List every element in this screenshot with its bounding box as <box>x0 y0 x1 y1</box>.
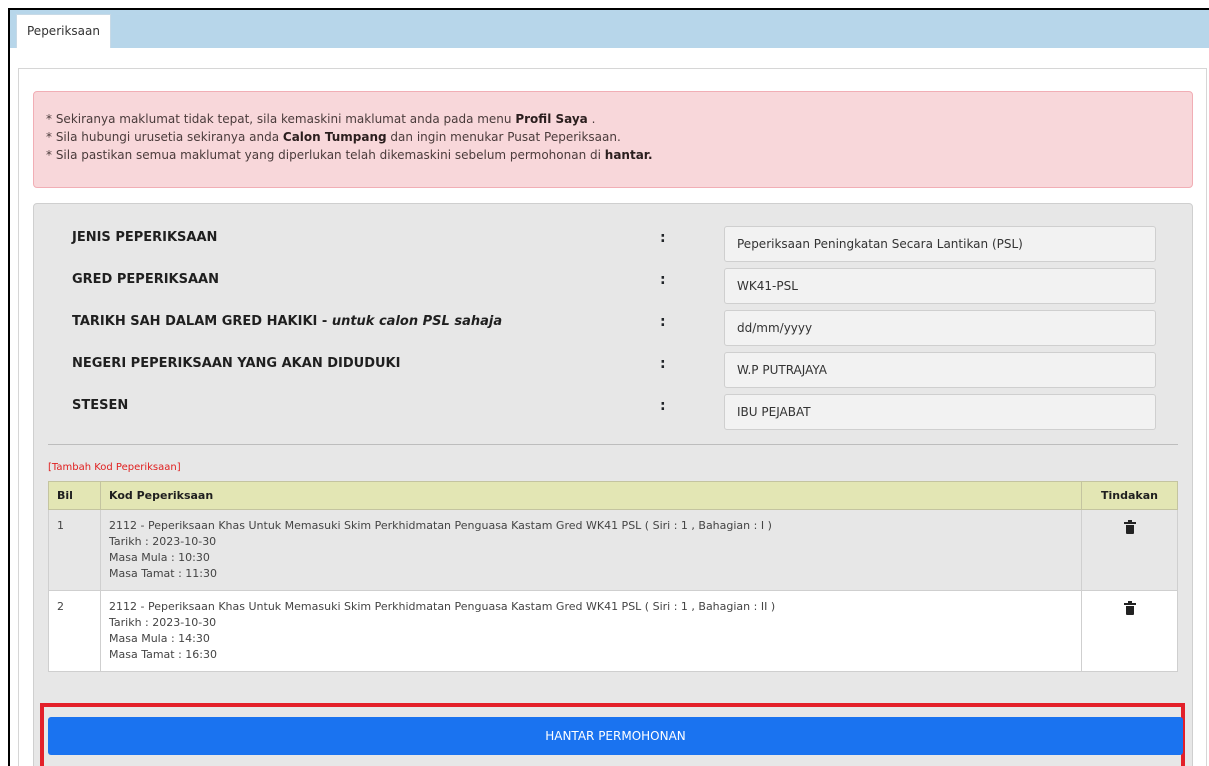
field-row-jenis: JENIS PEPERIKSAAN : Peperiksaan Peningka… <box>34 226 1194 266</box>
table-row: 2 2112 - Peperiksaan Khas Untuk Memasuki… <box>48 590 1178 672</box>
info-alert: * Sekiranya maklumat tidak tepat, sila k… <box>33 91 1193 188</box>
alert-bold-hantar: hantar. <box>604 148 653 162</box>
divider <box>48 444 1178 445</box>
alert-text: dan ingin menukar Pusat Peperiksaan. <box>386 130 621 144</box>
negeri-peperiksaan-field[interactable]: W.P PUTRAJAYA <box>724 352 1156 388</box>
header-bil: Bil <box>48 481 101 510</box>
exam-end-time: Masa Tamat : 16:30 <box>109 648 218 661</box>
exam-date: Tarikh : 2023-10-30 <box>109 535 217 548</box>
alert-text: * Sekiranya maklumat tidak tepat, sila k… <box>46 112 516 126</box>
tab-bar: Peperiksaan <box>10 10 1209 48</box>
stesen-field[interactable]: IBU PEJABAT <box>724 394 1156 430</box>
alert-text: * Sila pastikan semua maklumat yang dipe… <box>46 148 605 162</box>
table-header-row: Bil Kod Peperiksaan Tindakan <box>48 481 1178 510</box>
field-colon: : <box>660 398 666 414</box>
cell-kod: 2112 - Peperiksaan Khas Untuk Memasuki S… <box>100 590 1082 672</box>
field-label-italic: untuk calon PSL sahaja <box>331 314 503 329</box>
exam-end-time: Masa Tamat : 11:30 <box>109 567 218 580</box>
field-label-negeri: NEGERI PEPERIKSAAN YANG AKAN DIDUDUKI <box>72 356 401 371</box>
table-row: 1 2112 - Peperiksaan Khas Untuk Memasuki… <box>48 509 1178 591</box>
tarikh-sah-date-field[interactable]: dd/mm/yyyy <box>724 310 1156 346</box>
field-label-stesen: STESEN <box>72 398 129 413</box>
alert-bold-calon: Calon Tumpang <box>282 130 387 144</box>
main-panel: * Sekiranya maklumat tidak tepat, sila k… <box>18 68 1207 766</box>
field-colon: : <box>660 272 666 288</box>
cell-kod: 2112 - Peperiksaan Khas Untuk Memasuki S… <box>100 509 1082 591</box>
exam-date: Tarikh : 2023-10-30 <box>109 616 217 629</box>
field-colon: : <box>660 314 666 330</box>
cell-tindakan <box>1081 509 1178 591</box>
trash-icon[interactable] <box>1123 601 1136 615</box>
cell-bil: 1 <box>48 509 101 591</box>
exam-start-time: Masa Mula : 10:30 <box>109 551 210 564</box>
header-kod: Kod Peperiksaan <box>100 481 1082 510</box>
field-label-text: TARIKH SAH DALAM GRED HAKIKI - <box>72 314 332 329</box>
field-colon: : <box>660 356 666 372</box>
alert-bold-profil: Profil Saya <box>515 112 588 126</box>
field-colon: : <box>660 230 666 246</box>
jenis-peperiksaan-field[interactable]: Peperiksaan Peningkatan Secara Lantikan … <box>724 226 1156 262</box>
tab-peperiksaan[interactable]: Peperiksaan <box>16 14 111 48</box>
alert-text: * Sila hubungi urusetia sekiranya anda <box>46 130 283 144</box>
field-row-negeri: NEGERI PEPERIKSAAN YANG AKAN DIDUDUKI : … <box>34 352 1194 392</box>
alert-line-2: * Sila hubungi urusetia sekiranya anda C… <box>46 128 1192 146</box>
alert-text: . <box>587 112 596 126</box>
application-card: JENIS PEPERIKSAAN : Peperiksaan Peningka… <box>33 203 1193 766</box>
exam-code-table: Bil Kod Peperiksaan Tindakan 1 2112 - Pe… <box>48 481 1178 672</box>
trash-icon[interactable] <box>1123 520 1136 534</box>
hantar-permohonan-button[interactable]: HANTAR PERMOHONAN <box>48 717 1183 755</box>
header-tindakan: Tindakan <box>1081 481 1178 510</box>
exam-title: 2112 - Peperiksaan Khas Untuk Memasuki S… <box>109 519 772 532</box>
field-label-jenis: JENIS PEPERIKSAAN <box>72 230 218 245</box>
field-row-gred: GRED PEPERIKSAAN : WK41-PSL <box>34 268 1194 308</box>
field-label-gred: GRED PEPERIKSAAN <box>72 272 219 287</box>
alert-line-3: * Sila pastikan semua maklumat yang dipe… <box>46 146 1192 164</box>
cell-bil: 2 <box>48 590 101 672</box>
cell-tindakan <box>1081 590 1178 672</box>
add-exam-code-link[interactable]: [Tambah Kod Peperiksaan] <box>48 462 181 473</box>
exam-start-time: Masa Mula : 14:30 <box>109 632 210 645</box>
field-row-tarikh: TARIKH SAH DALAM GRED HAKIKI - untuk cal… <box>34 310 1194 350</box>
alert-line-1: * Sekiranya maklumat tidak tepat, sila k… <box>46 110 1192 128</box>
app-frame: Peperiksaan * Sekiranya maklumat tidak t… <box>8 8 1209 766</box>
exam-title: 2112 - Peperiksaan Khas Untuk Memasuki S… <box>109 600 776 613</box>
field-row-stesen: STESEN : IBU PEJABAT <box>34 394 1194 434</box>
field-label-tarikh: TARIKH SAH DALAM GRED HAKIKI - untuk cal… <box>72 314 502 329</box>
gred-peperiksaan-field[interactable]: WK41-PSL <box>724 268 1156 304</box>
